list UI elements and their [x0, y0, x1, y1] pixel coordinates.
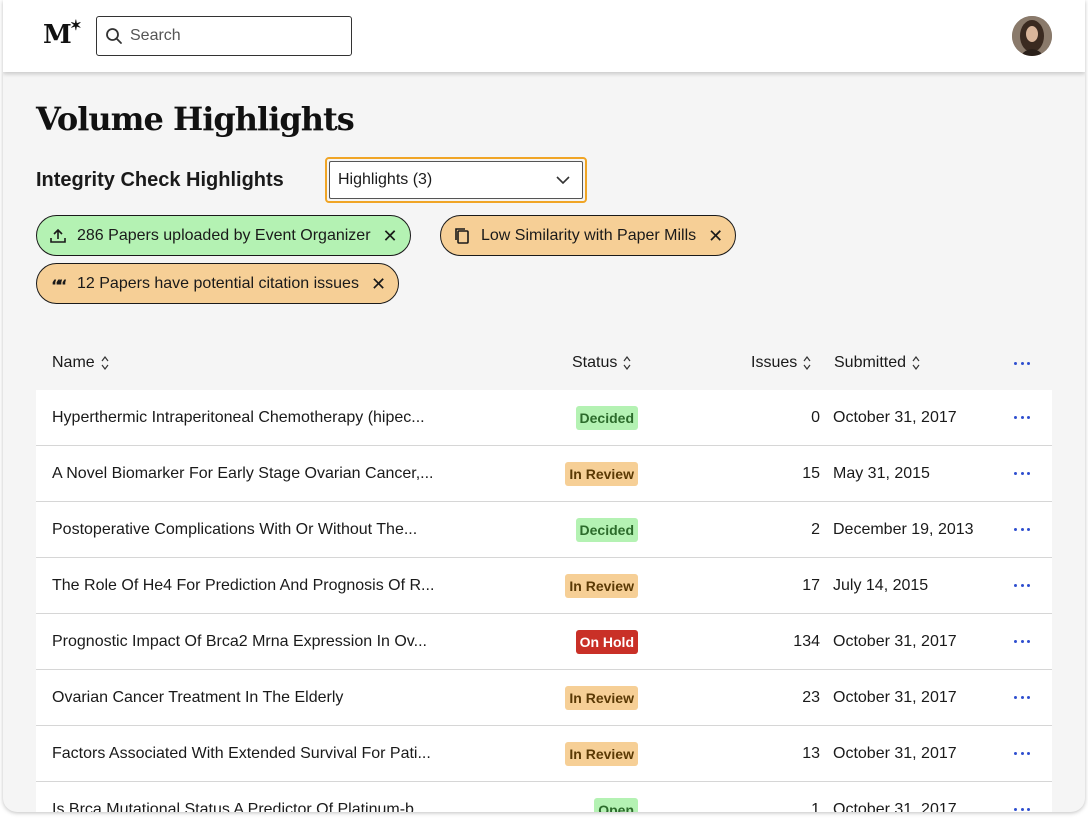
column-header-name[interactable]: Name	[52, 354, 109, 372]
chip-label: 12 Papers have potential citation issues	[77, 274, 359, 292]
status-badge: Decided	[575, 406, 638, 430]
sort-icon	[623, 356, 631, 370]
more-options-icon[interactable]	[1014, 634, 1030, 648]
search-icon	[106, 28, 122, 44]
papers-table: Name Status Issues Submitted Hyperthermi…	[36, 334, 1052, 812]
issues-count: 2	[811, 521, 820, 538]
submitted-date: October 31, 2017	[833, 633, 957, 650]
app-window: M✶ Volume Highlights Integrity Check Hig…	[3, 0, 1085, 812]
status-badge: Open	[594, 798, 638, 812]
more-options-icon[interactable]	[1014, 360, 1030, 366]
status-badge: Decided	[575, 518, 638, 542]
chip-citation-issues[interactable]: “ “ 12 Papers have potential citation is…	[36, 263, 400, 304]
issues-count: 13	[802, 745, 820, 762]
issues-count: 1	[811, 801, 820, 812]
close-icon[interactable]: ✕	[708, 227, 723, 245]
submitted-date: October 31, 2017	[833, 409, 957, 426]
sort-icon	[803, 356, 811, 370]
table-header: Name Status Issues Submitted	[36, 334, 1052, 390]
copy-icon	[453, 227, 471, 245]
column-header-submitted[interactable]: Submitted	[834, 354, 920, 372]
submitted-date: October 31, 2017	[833, 745, 957, 762]
submitted-date: July 14, 2015	[833, 577, 929, 594]
sort-icon	[912, 356, 920, 370]
search-box[interactable]	[96, 16, 352, 56]
upload-icon	[49, 227, 67, 245]
more-options-icon[interactable]	[1014, 522, 1030, 536]
paper-name[interactable]: Postoperative Complications With Or With…	[52, 521, 464, 539]
issues-count: 134	[793, 633, 820, 650]
status-badge: In Review	[565, 686, 638, 710]
submitted-date: May 31, 2015	[833, 465, 930, 482]
paper-name[interactable]: Is Brca Mutational Status A Predictor Of…	[52, 801, 464, 812]
table-row[interactable]: Is Brca Mutational Status A Predictor Of…	[36, 782, 1052, 812]
svg-text:“: “	[57, 276, 67, 293]
status-badge: On Hold	[575, 630, 638, 654]
column-label: Name	[52, 354, 95, 371]
issues-count: 17	[802, 577, 820, 594]
highlights-dropdown[interactable]: Highlights (3)	[325, 157, 587, 203]
status-badge: In Review	[565, 574, 638, 598]
section-label: Integrity Check Highlights	[36, 169, 284, 191]
table-row[interactable]: A Novel Biomarker For Early Stage Ovaria…	[36, 446, 1052, 502]
status-badge: In Review	[565, 742, 638, 766]
avatar-image	[1012, 16, 1052, 56]
issues-count: 23	[802, 689, 820, 706]
close-icon[interactable]: ✕	[371, 275, 386, 293]
search-input[interactable]	[130, 27, 330, 45]
more-options-icon[interactable]	[1014, 578, 1030, 592]
sort-icon	[101, 356, 109, 370]
chevron-down-icon	[556, 176, 570, 184]
highlights-select[interactable]: Highlights (3)	[329, 161, 583, 199]
table-row[interactable]: Ovarian Cancer Treatment In The Elderly …	[36, 670, 1052, 726]
table-row[interactable]: Prognostic Impact Of Brca2 Mrna Expressi…	[36, 614, 1052, 670]
quote-icon: “ “	[49, 275, 67, 293]
more-options-icon[interactable]	[1014, 410, 1030, 424]
issues-count: 15	[802, 465, 820, 482]
chip-label: 286 Papers uploaded by Event Organizer	[77, 226, 371, 244]
avatar[interactable]	[1012, 16, 1052, 56]
paper-name[interactable]: Ovarian Cancer Treatment In The Elderly	[52, 689, 464, 707]
table-row[interactable]: Factors Associated With Extended Surviva…	[36, 726, 1052, 782]
page-title: Volume Highlights	[36, 100, 355, 138]
column-label: Submitted	[834, 354, 907, 371]
dropdown-value: Highlights (3)	[338, 171, 433, 188]
paper-name[interactable]: Factors Associated With Extended Surviva…	[52, 745, 464, 763]
status-badge: In Review	[565, 462, 638, 486]
top-bar: M ✶	[3, 0, 1085, 72]
more-options-icon[interactable]	[1014, 466, 1030, 480]
logo-star-icon: ✶	[70, 18, 82, 34]
column-label: Issues	[751, 354, 798, 371]
paper-name[interactable]: Hyperthermic Intraperitoneal Chemotherap…	[52, 409, 464, 427]
chip-uploaded-papers[interactable]: 286 Papers uploaded by Event Organizer ✕	[36, 215, 411, 256]
logo-text: M	[43, 20, 72, 50]
more-options-icon[interactable]	[1014, 690, 1030, 704]
close-icon[interactable]: ✕	[383, 227, 398, 245]
paper-name[interactable]: Prognostic Impact Of Brca2 Mrna Expressi…	[52, 633, 464, 651]
issues-count: 0	[811, 409, 820, 426]
chip-paper-mills[interactable]: Low Similarity with Paper Mills ✕	[440, 215, 737, 256]
submitted-date: December 19, 2013	[833, 521, 974, 538]
column-label: Status	[572, 354, 618, 371]
table-row[interactable]: Hyperthermic Intraperitoneal Chemotherap…	[36, 390, 1052, 446]
logo[interactable]: M ✶	[43, 18, 82, 50]
paper-name[interactable]: The Role Of He4 For Prediction And Progn…	[52, 577, 464, 595]
column-header-status[interactable]: Status	[572, 354, 631, 372]
table-row[interactable]: Postoperative Complications With Or With…	[36, 502, 1052, 558]
column-header-issues[interactable]: Issues	[751, 354, 811, 372]
submitted-date: October 31, 2017	[833, 689, 957, 706]
paper-name[interactable]: A Novel Biomarker For Early Stage Ovaria…	[52, 465, 464, 483]
submitted-date: October 31, 2017	[833, 801, 957, 812]
more-options-icon[interactable]	[1014, 746, 1030, 760]
more-options-icon[interactable]	[1014, 802, 1030, 812]
chip-label: Low Similarity with Paper Mills	[481, 226, 697, 244]
table-row[interactable]: The Role Of He4 For Prediction And Progn…	[36, 558, 1052, 614]
